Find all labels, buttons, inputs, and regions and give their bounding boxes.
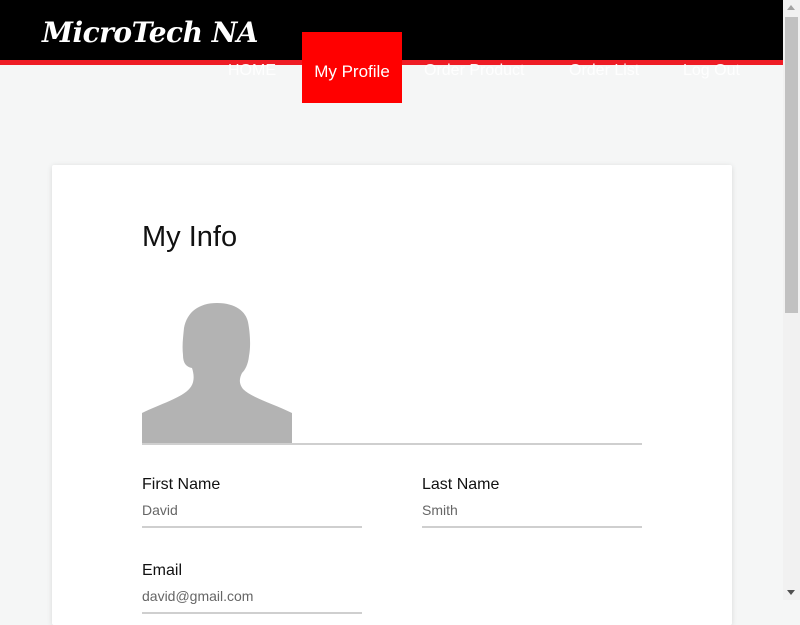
nav-item-order-list[interactable]: Order List [569,62,639,80]
first-name-group: First Name [142,476,362,528]
scroll-thumb[interactable] [785,17,798,313]
nav-item-order-product[interactable]: Order Product [424,62,524,80]
first-name-label: First Name [142,476,221,493]
email-field[interactable] [142,588,362,614]
page-title: My Info [142,221,238,253]
email-group: Email [142,562,362,614]
avatar-divider [142,443,642,445]
nav-item-home[interactable]: HOME [228,62,276,80]
nav-item-log-out[interactable]: Log Out [683,62,740,80]
last-name-group: Last Name [422,476,642,528]
user-silhouette-icon[interactable] [142,300,292,445]
first-name-field[interactable] [142,502,362,528]
last-name-field[interactable] [422,502,642,528]
main-nav: HOME My Profile Order Product Order List… [0,0,783,110]
scroll-up-arrow-icon[interactable] [787,5,795,10]
last-name-label: Last Name [422,476,500,493]
vertical-scrollbar[interactable] [783,0,800,600]
email-label: Email [142,562,183,579]
profile-card: My Info First Name Last Name Email [52,165,732,625]
nav-item-my-profile[interactable]: My Profile [302,32,402,103]
nav-item-my-profile-label: My Profile [314,62,390,81]
scroll-down-arrow-icon[interactable] [787,590,795,595]
